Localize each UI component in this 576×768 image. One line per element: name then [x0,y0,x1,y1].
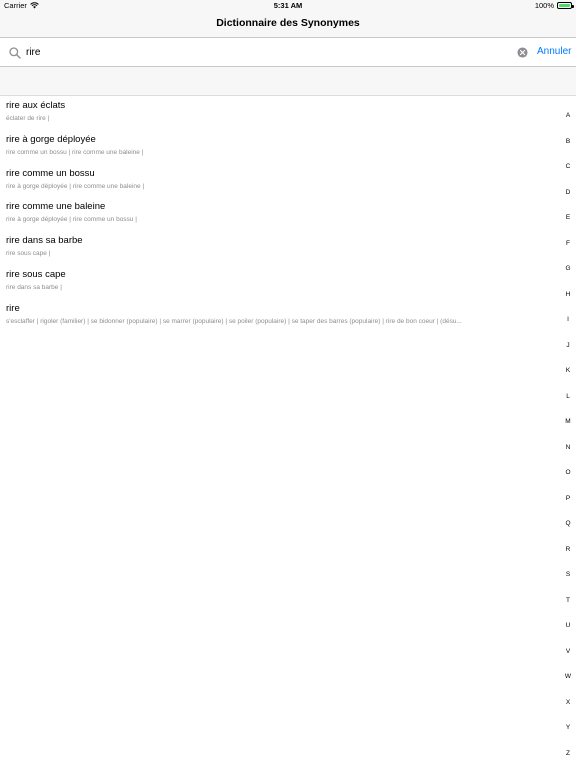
search-input[interactable] [26,47,530,58]
battery-icon [557,2,574,9]
index-letter-j[interactable]: J [562,340,574,366]
result-synonyms: rire dans sa barbe | [6,283,62,291]
index-letter-s[interactable]: S [562,569,574,595]
search-bar: Annuler [0,37,576,67]
result-word: rire aux éclats [6,100,66,111]
alphabet-index[interactable]: A B C D E F G H I J K L M N O P Q R S T … [562,110,574,768]
result-word: rire à gorge déployée [6,133,96,145]
list-item[interactable]: rire à gorge déployée rire comme un boss… [0,130,562,164]
status-bar: Carrier 5:31 AM 100% [0,0,576,12]
result-synonyms: éclater de rire | [6,115,50,122]
index-letter-t[interactable]: T [562,595,574,621]
index-letter-c[interactable]: C [562,161,574,187]
list-item[interactable]: rire sous cape rire dans sa barbe | [0,265,562,299]
index-letter-z[interactable]: Z [562,748,574,768]
index-letter-q[interactable]: Q [562,518,574,544]
result-word: rire sous cape [6,268,66,280]
list-item[interactable]: rire s'esclaffer | rigoler (familier) | … [0,299,562,333]
list-item[interactable]: rire comme une baleine rire à gorge dépl… [0,197,562,231]
index-letter-u[interactable]: U [562,620,574,646]
index-letter-g[interactable]: G [562,263,574,289]
navigation-bar: Dictionnaire des Synonymes [0,12,576,37]
index-letter-o[interactable]: O [562,467,574,493]
list-item[interactable]: rire dans sa barbe rire sous cape | [0,231,562,265]
index-letter-k[interactable]: K [562,365,574,391]
battery-fill [559,4,570,7]
index-letter-r[interactable]: R [562,544,574,570]
result-synonyms: rire à gorge déployée | rire comme une b… [6,182,145,190]
index-letter-n[interactable]: N [562,442,574,468]
index-letter-b[interactable]: B [562,136,574,162]
index-letter-y[interactable]: Y [562,722,574,748]
index-letter-l[interactable]: L [562,391,574,417]
battery-percent: 100% [534,1,554,10]
status-time: 5:31 AM [273,1,303,10]
results-list: rire aux éclats éclater de rire | rire à… [0,96,562,333]
index-letter-p[interactable]: P [562,493,574,519]
result-synonyms: rire à gorge déployée | rire comme un bo… [6,216,137,224]
page-title: Dictionnaire des Synonymes [216,17,360,29]
index-letter-x[interactable]: X [562,697,574,723]
index-letter-d[interactable]: D [562,187,574,213]
result-word: rire comme une baleine [6,201,106,213]
list-item[interactable]: rire aux éclats éclater de rire | [0,96,562,130]
result-synonyms: s'esclaffer | rigoler (familier) | se bi… [6,317,462,325]
index-letter-w[interactable]: W [562,671,574,697]
search-results-header [0,67,576,96]
result-synonyms: rire comme un bossu | rire comme une bal… [6,148,144,156]
clear-icon[interactable] [517,47,528,58]
index-letter-f[interactable]: F [562,238,574,264]
result-synonyms: rire sous cape | [6,250,51,258]
result-word: rire [6,302,20,314]
index-letter-e[interactable]: E [562,212,574,238]
cancel-button[interactable]: Annuler [537,46,571,57]
result-word: rire dans sa barbe [6,235,83,247]
result-word: rire comme un bossu [6,167,95,179]
index-letter-a[interactable]: A [562,110,574,136]
status-right: 100% [534,1,574,10]
battery-tip [572,4,574,8]
list-item[interactable]: rire comme un bossu rire à gorge déployé… [0,164,562,198]
index-letter-i[interactable]: I [562,314,574,340]
search-field[interactable] [6,43,530,62]
index-letter-h[interactable]: H [562,289,574,315]
index-letter-m[interactable]: M [562,416,574,442]
index-letter-v[interactable]: V [562,646,574,672]
search-icon [9,46,21,59]
